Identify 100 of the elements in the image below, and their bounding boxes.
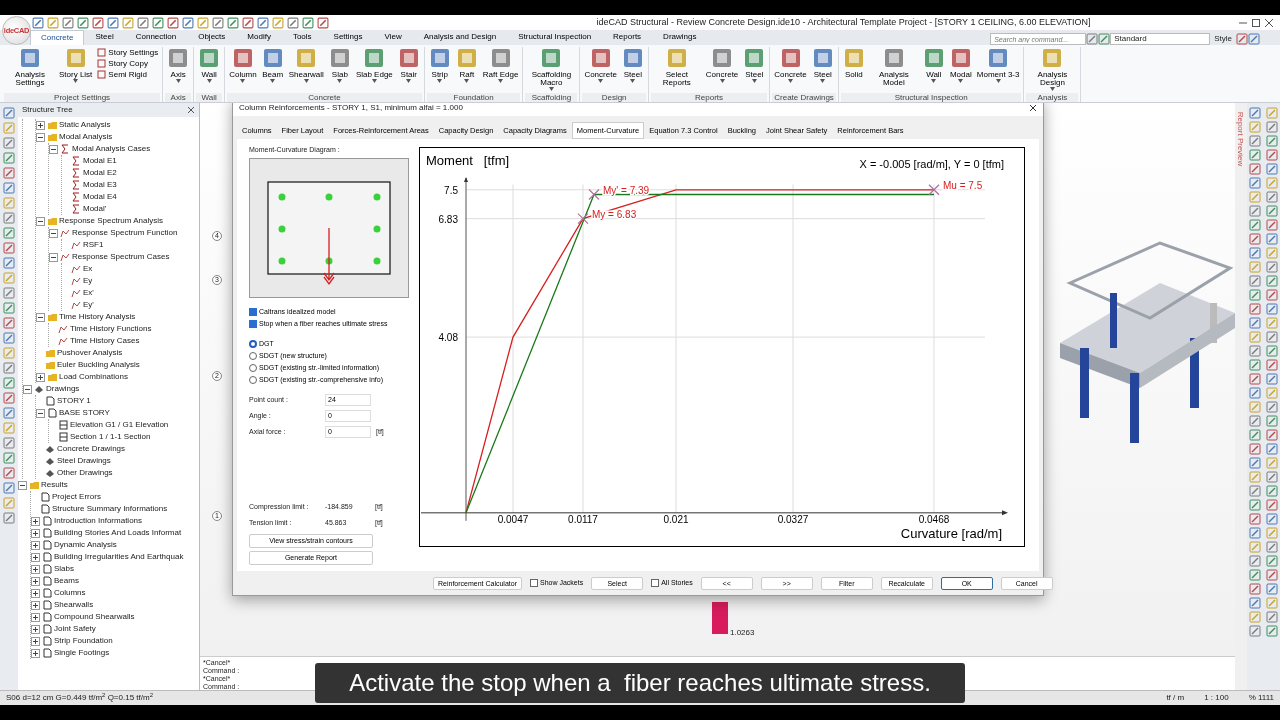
tool-icon[interactable]	[1249, 583, 1262, 595]
tool-icon[interactable]	[1249, 429, 1262, 441]
ribbon-button[interactable]: Slab Edge	[353, 47, 395, 83]
expand-toggle[interactable]	[36, 120, 45, 130]
tree-item[interactable]: Building Stories And Loads Informat	[54, 527, 182, 539]
ribbon-button[interactable]: Story Settings	[95, 47, 161, 58]
tree-item[interactable]: Response Spectrum Analysis	[59, 215, 164, 227]
tool-icon[interactable]	[1265, 233, 1278, 245]
tool-icon[interactable]	[1249, 233, 1262, 245]
close-icon[interactable]	[1264, 17, 1274, 28]
tree-item[interactable]: Response Spectrum Function	[72, 227, 178, 239]
tool-icon[interactable]	[1249, 289, 1262, 301]
ribbon-tab[interactable]: Analysis and Design	[412, 29, 508, 45]
tool-icon[interactable]	[1098, 33, 1111, 45]
tool-icon[interactable]	[32, 16, 44, 29]
tool-icon[interactable]	[1249, 149, 1262, 161]
tool-icon[interactable]	[1249, 625, 1262, 637]
tool-icon[interactable]	[3, 482, 15, 494]
expand-toggle[interactable]	[31, 516, 40, 526]
ribbon-button[interactable]: Concrete	[582, 47, 619, 83]
tool-icon[interactable]	[272, 16, 284, 29]
expand-toggle[interactable]	[23, 384, 32, 394]
tool-icon[interactable]	[302, 16, 314, 29]
tool-icon[interactable]	[137, 16, 149, 29]
tool-icon[interactable]	[197, 16, 209, 29]
tool-icon[interactable]	[1265, 555, 1278, 567]
expand-toggle[interactable]	[31, 588, 40, 598]
tool-icon[interactable]	[1249, 345, 1262, 357]
tool-icon[interactable]	[122, 16, 134, 29]
tree-item[interactable]: Elevation G1 / G1 Elevation	[70, 419, 169, 431]
ribbon-button[interactable]: Steel	[741, 47, 768, 83]
tree-item[interactable]: Euler Buckling Analysis	[57, 359, 140, 371]
tool-icon[interactable]	[3, 467, 15, 479]
tool-icon[interactable]	[1249, 205, 1262, 217]
tool-icon[interactable]	[1265, 513, 1278, 525]
tree-item[interactable]: Time History Cases	[70, 335, 140, 347]
tool-icon[interactable]	[3, 302, 15, 314]
tool-icon[interactable]	[1265, 569, 1278, 581]
tree-item[interactable]: Columns	[54, 587, 86, 599]
tree-item[interactable]: Compound Shearwalls	[54, 611, 135, 623]
ribbon-button[interactable]: Select Reports	[650, 47, 703, 87]
expand-toggle[interactable]	[49, 228, 58, 238]
ribbon-tab[interactable]: Drawings	[652, 29, 708, 45]
tool-icon[interactable]	[1265, 415, 1278, 427]
tool-icon[interactable]	[3, 392, 15, 404]
close-icon[interactable]	[187, 106, 195, 114]
tool-icon[interactable]	[77, 16, 89, 29]
ribbon-button[interactable]: Beam	[259, 47, 286, 83]
tool-icon[interactable]	[3, 512, 15, 524]
ribbon-tab[interactable]: Modify	[236, 29, 282, 45]
tool-icon[interactable]	[1265, 219, 1278, 231]
ribbon-button[interactable]: Concrete	[703, 47, 741, 83]
tree-item[interactable]: BASE STORY	[59, 407, 110, 419]
tool-icon[interactable]	[107, 16, 119, 29]
tool-icon[interactable]	[1249, 247, 1262, 259]
tree-item[interactable]: Static Analysis	[59, 119, 111, 131]
tree-item[interactable]: Ey'	[83, 299, 94, 311]
tree-item[interactable]: Strip Foundation	[54, 635, 113, 647]
expand-toggle[interactable]	[36, 216, 45, 226]
tool-icon[interactable]	[1265, 303, 1278, 315]
ribbon-tab[interactable]: Reports	[602, 29, 653, 45]
tool-icon[interactable]	[1249, 555, 1262, 567]
tool-icon[interactable]	[1265, 443, 1278, 455]
tool-icon[interactable]	[1265, 471, 1278, 483]
ribbon-button[interactable]: Scaffolding Macro	[525, 47, 578, 91]
tool-icon[interactable]	[3, 332, 15, 344]
ribbon-button[interactable]: Raft Edge	[480, 47, 521, 83]
ribbon-tab[interactable]: Connection	[124, 29, 188, 45]
tree-item[interactable]: STORY 1	[57, 395, 91, 407]
ribbon-button[interactable]: Steel	[619, 47, 646, 83]
tool-icon[interactable]	[3, 107, 15, 119]
ribbon-button[interactable]: Wall	[196, 47, 223, 83]
tool-icon[interactable]	[1249, 373, 1262, 385]
tool-icon[interactable]	[1236, 33, 1248, 45]
ribbon-button[interactable]: Modal	[947, 47, 974, 83]
ribbon-tab[interactable]: Settings	[322, 29, 374, 45]
tool-icon[interactable]	[1265, 331, 1278, 343]
ribbon-button[interactable]: Steel	[809, 47, 836, 83]
expand-toggle[interactable]	[49, 252, 58, 262]
tool-icon[interactable]	[287, 16, 299, 29]
tree-item[interactable]: Dynamic Analysis	[54, 539, 117, 551]
ribbon-button[interactable]: Story List	[57, 47, 95, 83]
tree-item[interactable]: Concrete Drawings	[57, 443, 126, 455]
tool-icon[interactable]	[167, 16, 179, 29]
expand-toggle[interactable]	[31, 576, 40, 586]
tool-icon[interactable]	[1249, 163, 1262, 175]
tool-icon[interactable]	[1249, 457, 1262, 469]
tool-icon[interactable]	[1249, 107, 1262, 119]
ribbon-tab[interactable]: Objects	[187, 29, 237, 45]
tool-icon[interactable]	[1265, 359, 1278, 371]
expand-toggle[interactable]	[36, 132, 45, 142]
ribbon-button[interactable]: Moment 3-3	[974, 47, 1022, 83]
tool-icon[interactable]	[3, 257, 15, 269]
tool-icon[interactable]	[3, 137, 15, 149]
close-icon[interactable]	[1029, 103, 1037, 112]
tree-item[interactable]: Modal E2	[83, 167, 117, 179]
tool-icon[interactable]	[1265, 205, 1278, 217]
tool-icon[interactable]	[1265, 583, 1278, 595]
tree-item[interactable]: Building Irregularities And Earthquak	[54, 551, 184, 563]
tool-icon[interactable]	[1265, 163, 1278, 175]
